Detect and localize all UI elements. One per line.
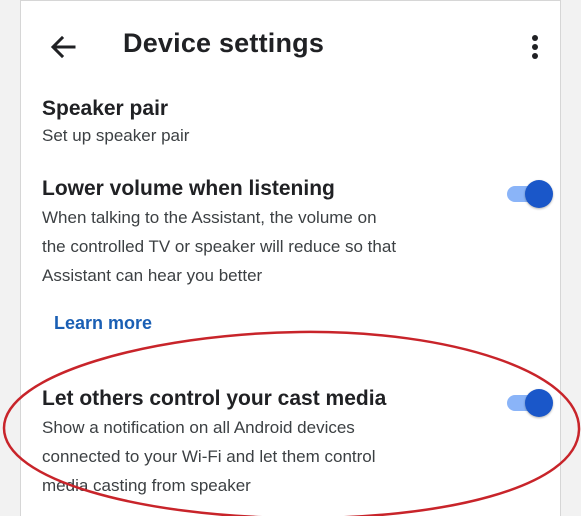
back-button[interactable] bbox=[45, 29, 81, 65]
setting-description: Set up speaker pair bbox=[42, 121, 189, 150]
description-line: Assistant can hear you better bbox=[42, 266, 263, 285]
learn-more-link[interactable]: Learn more bbox=[54, 313, 152, 334]
setting-description: Show a notification on all Android devic… bbox=[42, 413, 376, 500]
description-line: connected to your Wi-Fi and let them con… bbox=[42, 447, 376, 466]
speaker-pair-setting[interactable]: Speaker pair Set up speaker pair bbox=[21, 91, 560, 153]
setting-title: Speaker pair bbox=[42, 97, 169, 120]
more-options-button[interactable] bbox=[520, 29, 550, 65]
more-vert-icon bbox=[532, 35, 538, 59]
page-title: Device settings bbox=[123, 28, 325, 58]
app-bar: Device settings bbox=[21, 1, 560, 89]
lower-volume-setting[interactable]: Lower volume when listening When talking… bbox=[21, 171, 560, 296]
description-line: When talking to the Assistant, the volum… bbox=[42, 208, 377, 227]
setting-description: When talking to the Assistant, the volum… bbox=[42, 203, 396, 290]
description-line: media casting from speaker bbox=[42, 476, 251, 495]
arrow-left-icon bbox=[50, 35, 76, 59]
cast-media-control-setting[interactable]: Let others control your cast media Show … bbox=[21, 381, 560, 506]
description-line: the controlled TV or speaker will reduce… bbox=[42, 237, 397, 256]
device-settings-screen: Device settings Speaker pair Set up spea… bbox=[20, 0, 561, 516]
setting-title: Let others control your cast media bbox=[42, 387, 387, 410]
description-line: Show a notification on all Android devic… bbox=[42, 418, 355, 437]
setting-title: Lower volume when listening bbox=[42, 177, 335, 200]
toggle-thumb bbox=[525, 389, 553, 417]
lower-volume-toggle[interactable] bbox=[505, 179, 553, 209]
cast-media-toggle[interactable] bbox=[505, 388, 553, 418]
toggle-thumb bbox=[525, 180, 553, 208]
description-line: Set up speaker pair bbox=[42, 126, 190, 145]
